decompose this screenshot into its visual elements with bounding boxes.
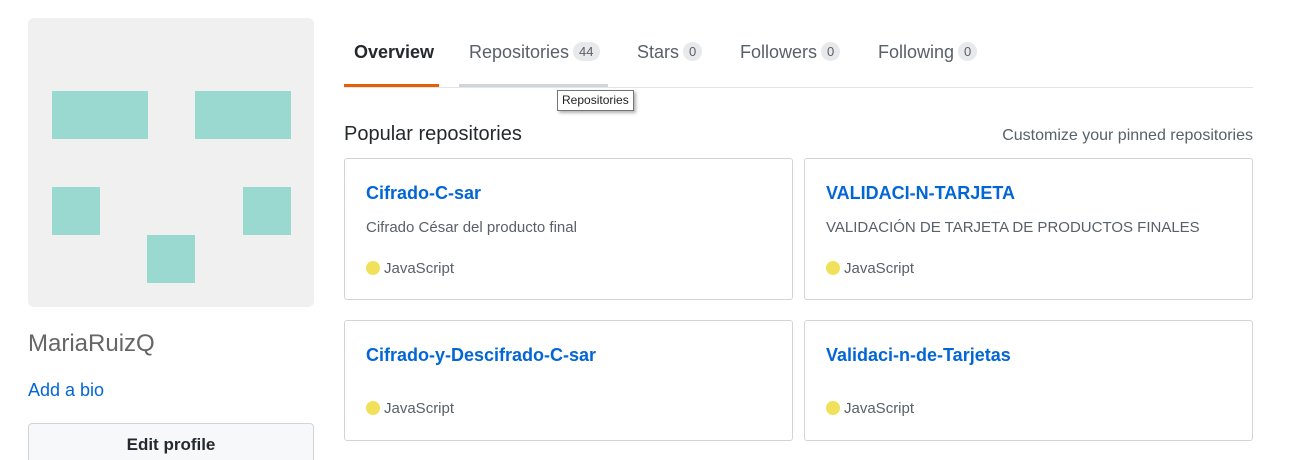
language-color-dot [826,401,840,415]
repo-language: JavaScript [366,260,454,277]
tab-count-badge: 0 [683,42,703,61]
tab-count-badge: 0 [958,42,978,61]
repo-card: VALIDACI-N-TARJETA VALIDACIÓN DE TARJETA… [804,158,1253,300]
repo-card: Cifrado-y-Descifrado-C-sar JavaScript [344,320,793,441]
avatar-block [52,91,148,139]
edit-profile-button[interactable]: Edit profile [28,423,314,460]
add-bio-link[interactable]: Add a bio [28,380,104,401]
repo-language-label: JavaScript [844,260,915,277]
tab-count-badge: 44 [573,42,600,61]
tab-label: Stars [637,42,680,62]
repo-language-label: JavaScript [384,260,455,277]
profile-tabs: Overview Repositories 44 Stars 0 Followers… [344,0,1253,88]
avatar-block [147,235,195,283]
tab-followers[interactable]: Followers 0 [740,42,841,63]
avatar-block [195,91,291,139]
customize-pinned-link[interactable]: Customize your pinned repositories [1002,127,1253,145]
language-color-dot [366,401,380,415]
language-color-dot [366,261,380,275]
repo-card: Validaci-n-de-Tarjetas JavaScript [804,320,1253,441]
repo-description: VALIDACIÓN DE TARJETA DE PRODUCTOS FINAL… [826,219,1200,236]
avatar-block [52,187,100,235]
tab-label: Overview [354,42,435,62]
repo-language: JavaScript [826,400,914,417]
popular-repositories-title: Popular repositories [344,123,522,145]
tab-label: Repositories [469,42,570,62]
tab-repositories[interactable]: Repositories 44 [469,42,600,63]
repo-card: Cifrado-C-sar Cifrado César del producto… [344,158,793,300]
repo-description: Cifrado César del producto final [366,219,577,236]
tab-count-badge: 0 [821,42,841,61]
repo-name-link[interactable]: Validaci-n-de-Tarjetas [826,345,1011,366]
avatar[interactable] [28,18,314,307]
repo-language: JavaScript [366,400,454,417]
profile-username: MariaRuizQ [28,330,155,357]
repo-name-link[interactable]: Cifrado-C-sar [366,183,481,204]
avatar-block [243,187,291,235]
repo-language: JavaScript [826,260,914,277]
tab-following[interactable]: Following 0 [878,42,978,63]
repo-language-label: JavaScript [384,400,455,417]
hover-tab-underline [459,84,608,87]
language-color-dot [826,261,840,275]
repo-language-label: JavaScript [844,400,915,417]
repo-name-link[interactable]: Cifrado-y-Descifrado-C-sar [366,345,596,366]
tab-stars[interactable]: Stars 0 [637,42,703,63]
tab-label: Followers [740,42,818,62]
tab-label: Following [878,42,955,62]
tab-overview[interactable]: Overview [354,42,434,63]
active-tab-underline [344,84,439,87]
repositories-tooltip: Repositories [557,90,634,111]
repo-name-link[interactable]: VALIDACI-N-TARJETA [826,183,1015,204]
